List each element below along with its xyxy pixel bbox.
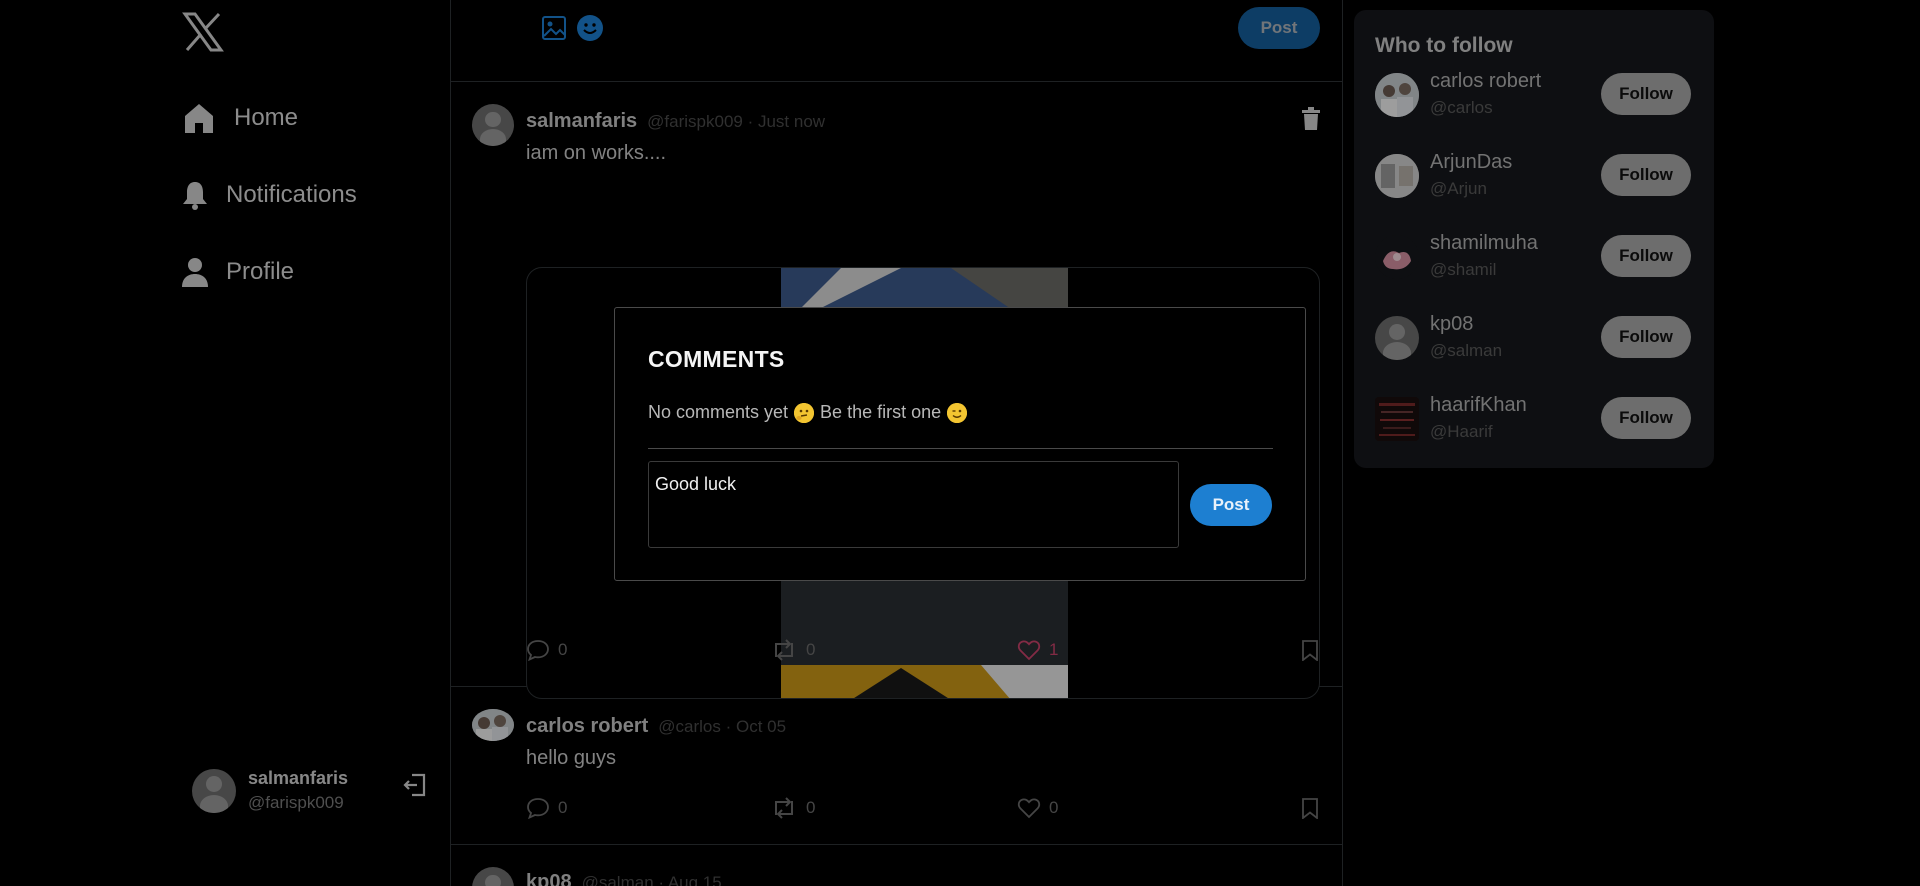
no-comments-message: No comments yet Be the first one [648, 402, 968, 423]
comment-post-button[interactable]: Post [1190, 484, 1272, 526]
thinking-emoji-icon [794, 402, 815, 423]
wink-emoji-icon [947, 402, 968, 423]
comments-title: COMMENTS [648, 346, 785, 372]
comment-input[interactable]: Good luck [648, 461, 1179, 548]
no-comments-text: No comments yet [648, 402, 789, 422]
divider [648, 448, 1273, 449]
be-first-text: Be the first one [820, 402, 942, 422]
comments-modal: COMMENTS No comments yet Be the first on… [614, 307, 1306, 581]
